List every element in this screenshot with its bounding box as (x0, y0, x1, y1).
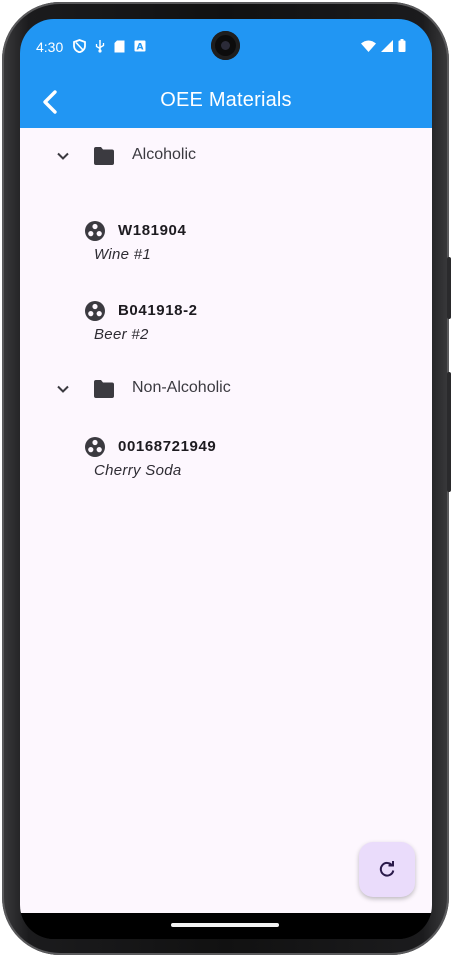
material-icon (85, 221, 105, 241)
refresh-button[interactable] (359, 842, 415, 897)
folder-icon (94, 380, 114, 398)
list-item[interactable]: W181904 Wine #1 (20, 218, 432, 276)
group-label: Non-Alcoholic (132, 379, 231, 396)
status-time: 4:30 (36, 39, 64, 55)
navigation-bar (20, 913, 432, 939)
power-button (447, 257, 451, 319)
keyboard-icon: A (134, 40, 146, 52)
volume-button (447, 372, 451, 492)
chevron-down-icon (57, 152, 69, 160)
group-row-alcoholic[interactable]: Alcoholic (20, 136, 432, 176)
material-description: Beer #2 (94, 326, 149, 343)
screen: 4:30 A OEE Materials Alcoholic W181904 W… (20, 19, 432, 939)
list-item[interactable]: B041918-2 Beer #2 (20, 298, 432, 356)
status-bar: 4:30 A (20, 19, 432, 76)
status-icons-left: A (73, 39, 146, 53)
material-code: 00168721949 (118, 438, 217, 455)
material-code: W181904 (118, 222, 187, 239)
sd-card-icon (114, 40, 125, 52)
home-gesture-handle[interactable] (171, 923, 279, 927)
shield-icon (73, 39, 86, 53)
page-title: OEE Materials (160, 89, 292, 111)
wifi-icon (361, 40, 376, 52)
usb-icon (95, 40, 105, 53)
folder-icon (94, 147, 114, 165)
material-code: B041918-2 (118, 302, 198, 319)
group-row-non-alcoholic[interactable]: Non-Alcoholic (20, 369, 432, 409)
material-tree: Alcoholic W181904 Wine #1 B041918-2 Beer… (20, 128, 432, 913)
group-label: Alcoholic (132, 146, 197, 163)
list-item[interactable]: 00168721949 Cherry Soda (20, 434, 432, 492)
refresh-icon (379, 861, 395, 877)
app-bar: OEE Materials (20, 76, 432, 128)
status-icons-right (361, 39, 406, 52)
battery-icon (398, 39, 406, 52)
svg-text:A: A (137, 43, 144, 53)
material-icon (85, 437, 105, 457)
material-description: Cherry Soda (94, 462, 182, 479)
material-icon (85, 301, 105, 321)
chevron-down-icon (57, 385, 69, 393)
signal-icon (381, 39, 393, 52)
phone-frame: 4:30 A OEE Materials Alcoholic W181904 W… (2, 2, 451, 955)
front-camera (211, 31, 240, 60)
material-description: Wine #1 (94, 246, 151, 263)
